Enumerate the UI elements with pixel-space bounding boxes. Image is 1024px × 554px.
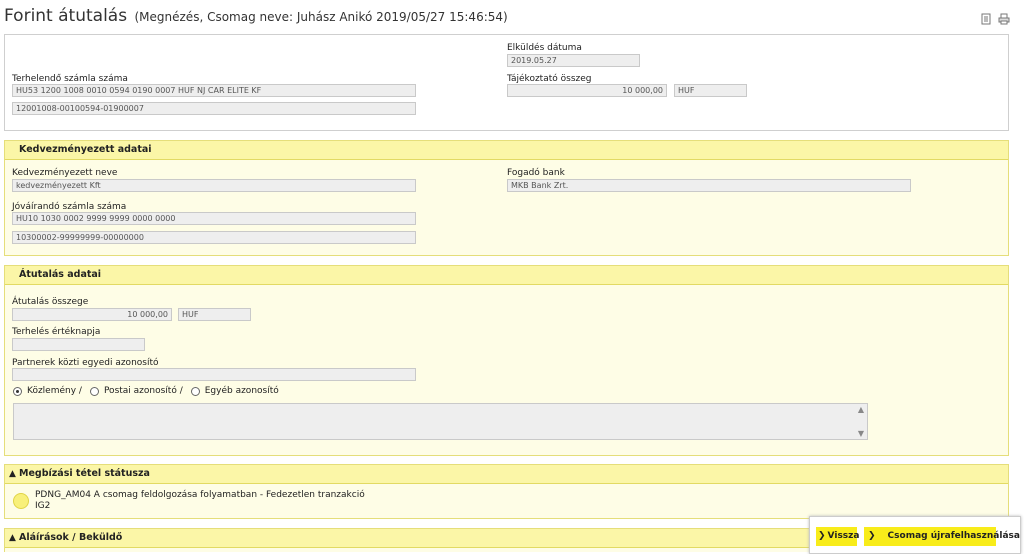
transfer-currency-field: HUF [178, 308, 251, 321]
chevron-right-icon: ❯ [868, 531, 876, 541]
beneficiary-section-title: Kedvezményezett adatai [19, 144, 152, 155]
status-text: PDNG_AM04 A csomag feldolgozása folyamat… [35, 490, 365, 512]
reuse-package-button-label: Csomag újrafelhasználása [887, 531, 1020, 541]
debit-account-bban-field: 12001008-00100594-01900007 [12, 102, 416, 115]
caret-up-icon: ▲ [9, 469, 16, 479]
status-line-1: PDNG_AM04 A csomag feldolgozása folyamat… [35, 490, 365, 500]
credit-account-label: Jóváírandó számla száma [12, 202, 127, 212]
status-panel: ▲ Megbízási tétel státusza PDNG_AM04 A c… [4, 464, 1009, 519]
memo-textarea[interactable]: ▲ ▼ [13, 403, 868, 440]
radio-postal-id[interactable] [89, 386, 99, 396]
scroll-up-icon[interactable]: ▲ [858, 405, 864, 414]
document-icon[interactable] [980, 10, 992, 25]
radio-memo[interactable] [13, 386, 22, 396]
transfer-panel: Átutalás adatai Átutalás összege 10 000,… [4, 265, 1009, 456]
partner-id-label: Partnerek közti egyedi azonosító [12, 358, 159, 368]
debit-account-iban-field: HU53 1200 1008 0010 0594 0190 0007 HUF N… [12, 84, 416, 97]
reuse-package-button[interactable]: ❯ Csomag újrafelhasználása [864, 527, 1020, 546]
info-amount-field: 10 000,00 [507, 84, 667, 97]
transfer-amount-field: 10 000,00 [12, 308, 172, 321]
back-button[interactable]: ❯ Vissza [816, 527, 860, 546]
general-info-panel: Elküldés dátuma 2019.05.27 Terhelendő sz… [4, 34, 1009, 131]
printer-icon[interactable] [998, 10, 1010, 25]
chevron-right-icon: ❯ [818, 531, 826, 541]
radio-other-id[interactable] [190, 386, 200, 396]
signatures-section-title: Aláírások / Beküldő [19, 532, 123, 543]
transfer-section-title: Átutalás adatai [19, 269, 102, 280]
back-button-label: Vissza [827, 531, 860, 541]
reference-type-radio-group: Közlemény / Postai azonosító / Egyéb azo… [13, 386, 287, 396]
value-date-label: Terhelés értéknapja [12, 327, 101, 337]
receiving-bank-label: Fogadó bank [507, 168, 565, 178]
page-title: Forint átutalás (Megnézés, Csomag neve: … [4, 6, 508, 26]
beneficiary-name-field: kedvezményezett Kft [12, 179, 416, 192]
status-section-header[interactable]: ▲ Megbízási tétel státusza [5, 465, 1008, 484]
status-indicator [13, 493, 29, 509]
top-icons [980, 10, 1010, 25]
send-date-label: Elküldés dátuma [507, 43, 582, 53]
value-date-field [12, 338, 145, 351]
receiving-bank-field: MKB Bank Zrt. [507, 179, 911, 192]
info-amount-currency-field: HUF [674, 84, 747, 97]
beneficiary-panel: Kedvezményezett adatai Kedvezményezett n… [4, 140, 1009, 256]
status-section-title: Megbízási tétel státusza [19, 468, 150, 479]
partner-id-field [12, 368, 416, 381]
info-amount-label: Tájékoztató összeg [507, 74, 592, 84]
send-date-field: 2019.05.27 [507, 54, 640, 67]
status-line-2: IG2 [35, 501, 51, 511]
page-subtitle: (Megnézés, Csomag neve: Juhász Anikó 201… [134, 10, 508, 24]
radio-other-id-label: Egyéb azonosító [204, 386, 279, 396]
page-title-text: Forint átutalás [4, 6, 128, 26]
credit-account-iban-field: HU10 1030 0002 9999 9999 0000 0000 [12, 212, 416, 225]
transfer-amount-label: Átutalás összege [12, 297, 89, 307]
radio-postal-id-label: Postai azonosító / [103, 386, 183, 396]
beneficiary-name-label: Kedvezményezett neve [12, 168, 118, 178]
caret-up-icon: ▲ [9, 533, 16, 543]
beneficiary-section-header: Kedvezményezett adatai [5, 141, 1008, 160]
scroll-down-icon[interactable]: ▼ [858, 429, 864, 438]
action-button-bar: ❯ Vissza ❯ Csomag újrafelhasználása [809, 516, 1021, 554]
transfer-section-header: Átutalás adatai [5, 266, 1008, 285]
radio-memo-label: Közlemény / [27, 386, 82, 396]
credit-account-bban-field: 10300002-99999999-00000000 [12, 231, 416, 244]
debit-account-label: Terhelendő számla száma [12, 74, 128, 84]
